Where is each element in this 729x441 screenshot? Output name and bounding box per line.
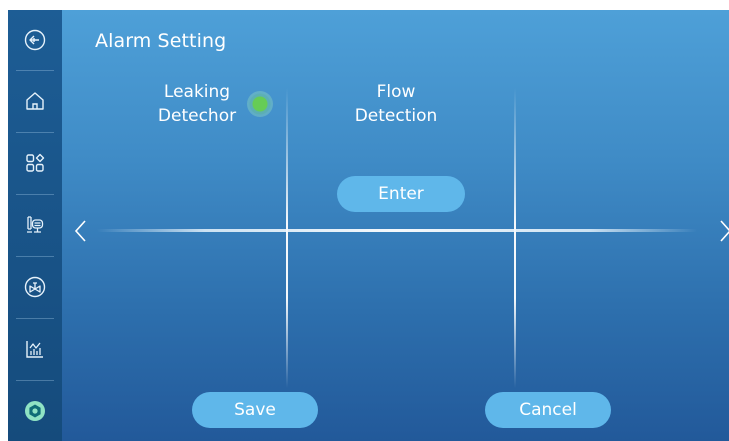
sidebar-item-settings[interactable]	[8, 381, 62, 441]
cancel-button[interactable]: Cancel	[485, 392, 611, 428]
main-panel: Alarm Setting Leaking Detechor Flow Dete…	[62, 10, 729, 441]
save-button[interactable]: Save	[192, 392, 318, 428]
row-divider	[97, 229, 697, 232]
chevron-right-icon[interactable]	[716, 218, 729, 244]
grid-apps-icon	[26, 153, 45, 172]
sidebar-item-valve[interactable]	[8, 257, 62, 317]
sidebar-item-chart[interactable]	[8, 319, 62, 379]
flow-label-line1: Flow	[376, 82, 416, 102]
home-icon	[26, 92, 44, 110]
column-divider	[286, 88, 288, 388]
enter-button[interactable]: Enter	[337, 176, 465, 212]
valve-icon	[24, 276, 46, 298]
page-title: Alarm Setting	[95, 30, 227, 52]
sidebar-item-back[interactable]	[8, 10, 62, 70]
settings-active-icon	[25, 401, 45, 421]
leaking-detector-label: Leaking Detechor	[142, 80, 252, 128]
sidebar-item-apps[interactable]	[8, 133, 62, 193]
flow-label-line2: Detection	[354, 106, 438, 126]
app-frame: Alarm Setting Leaking Detechor Flow Dete…	[8, 10, 729, 441]
leaking-label-line2: Detechor	[157, 106, 237, 126]
flow-detection-label: Flow Detection	[341, 80, 451, 128]
leaking-label-line1: Leaking	[163, 82, 231, 102]
sidebar-item-home[interactable]	[8, 71, 62, 131]
chart-icon	[26, 341, 43, 358]
sidebar	[8, 10, 62, 441]
leak-status-indicator	[247, 91, 273, 117]
sidebar-item-device[interactable]	[8, 195, 62, 255]
column-divider	[514, 88, 516, 388]
chevron-left-icon[interactable]	[72, 218, 90, 244]
filter-device-icon	[27, 216, 44, 233]
back-arrow-icon	[24, 29, 46, 51]
